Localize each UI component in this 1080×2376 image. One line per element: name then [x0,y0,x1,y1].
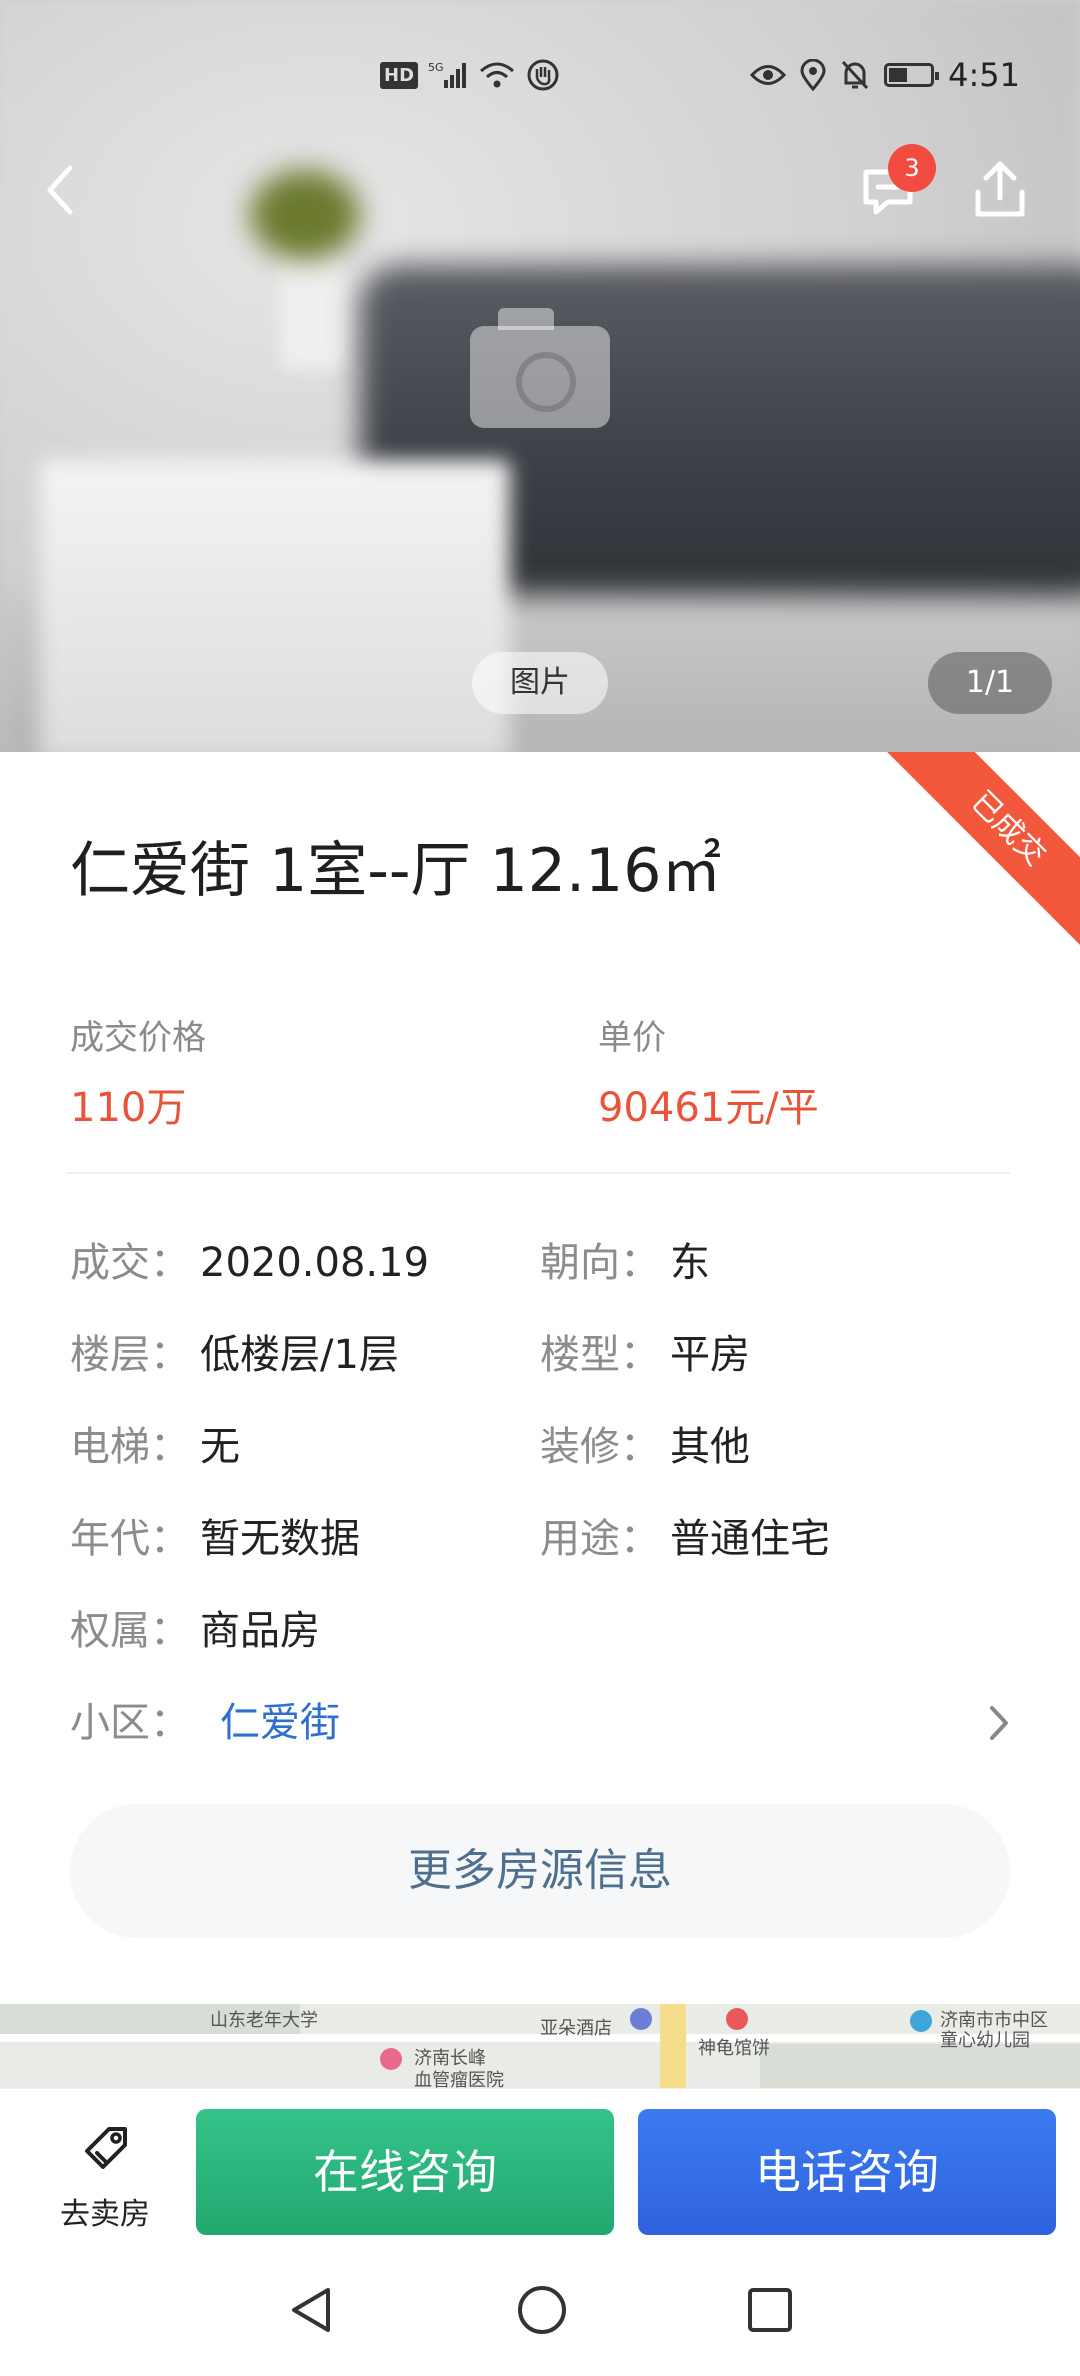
detail-key: 成交： [70,1240,190,1286]
detail-value: 商品房 [200,1608,320,1654]
detail-value: 普通住宅 [670,1516,830,1562]
deal-price-value: 110万 [70,1085,187,1131]
detail-deal-date: 成交： 2020.08.19 [70,1230,429,1288]
detail-year: 年代： 暂无数据 [70,1506,360,1564]
camera-placeholder-icon [470,308,610,428]
divider [66,1172,1010,1174]
map-label: 山东老年大学 [210,2010,318,2031]
more-listing-info-button[interactable]: 更多房源信息 [70,1804,1010,1938]
map-label: 血管瘤医院 [414,2070,504,2088]
eye-icon [750,65,787,85]
recent-apps-icon[interactable] [744,2284,796,2336]
deal-price-block: 成交价格 110万 [70,1010,206,1133]
battery-icon [884,63,940,87]
map-pin-icon [910,2010,932,2032]
detail-value: 无 [200,1424,240,1470]
map-road [660,2004,686,2088]
detail-value: 暂无数据 [200,1516,360,1562]
bottom-action-bar: 去卖房 在线咨询 电话咨询 [0,2088,1080,2256]
back-triangle-icon[interactable] [284,2282,340,2338]
mute-icon [842,60,869,90]
photo-vase [280,250,340,370]
detail-value: 东 [670,1240,710,1286]
status-right: 4:51 [750,56,1020,94]
community-row[interactable]: 小区： 仁爱街 [70,1690,340,1748]
status-left: HD 5G [380,58,560,92]
message-badge: 3 [888,144,936,192]
detail-ownership: 权属： 商品房 [70,1598,320,1656]
hand-icon [527,59,559,91]
listing-info-card: 已成交 仁爱街 1室--厅 12.16㎡ 成交价格 110万 单价 90461元… [0,752,1080,2004]
unit-price-label: 单价 [598,1018,666,1058]
detail-key: 装修： [540,1424,660,1470]
detail-value: 平房 [670,1332,750,1378]
detail-key: 楼型： [540,1332,660,1378]
wifi-icon [480,62,515,88]
online-consult-button[interactable]: 在线咨询 [196,2109,614,2235]
clock: 4:51 [948,56,1020,94]
detail-key: 年代： [70,1516,190,1562]
detail-key: 用途： [540,1516,660,1562]
detail-key: 电梯： [70,1424,190,1470]
share-icon[interactable] [970,158,1030,222]
detail-orientation: 朝向：东 [540,1230,710,1288]
phone-consult-button[interactable]: 电话咨询 [638,2109,1056,2235]
community-link[interactable]: 仁爱街 [220,1700,340,1746]
map-label: 神龟馆饼 [698,2038,770,2059]
system-navigation-bar [0,2256,1080,2376]
detail-value: 低楼层/1层 [200,1332,399,1378]
unit-price-value: 90461元/平 [598,1085,819,1131]
detail-floor: 楼层： 低楼层/1层 [70,1322,399,1380]
detail-key: 朝向： [540,1240,660,1286]
detail-key: 权属： [70,1608,190,1654]
chevron-left-icon[interactable] [40,160,80,220]
deal-price-label: 成交价格 [70,1018,206,1058]
detail-value: 其他 [670,1424,750,1470]
detail-usage: 用途： 普通住宅 [540,1506,830,1564]
svg-text:5G: 5G [428,61,444,74]
photo-table [40,460,510,752]
sold-ribbon: 已成交 [880,752,1080,957]
photo-plant [250,170,360,260]
detail-key: 小区： [70,1700,190,1746]
map-pin-icon [380,2048,402,2070]
detail-decoration: 装修： 其他 [540,1414,750,1472]
map-label: 亚朵酒店 [540,2018,612,2039]
listing-title: 仁爱街 1室--厅 12.16㎡ [70,836,722,906]
chevron-right-icon[interactable] [984,1698,1014,1748]
detail-key: 楼层： [70,1332,190,1378]
sell-house-button[interactable]: 去卖房 [30,2117,180,2237]
location-icon [800,59,826,91]
detail-value: 2020.08.19 [200,1240,430,1286]
photo-tab[interactable]: 图片 [472,652,608,714]
signal-icon: 5G [428,61,467,88]
detail-elevator: 电梯：无 [70,1414,240,1472]
map-label: 童心幼儿园 [940,2030,1030,2051]
photo-counter: 1/1 [928,652,1052,714]
map-preview[interactable]: 山东老年大学 亚朵酒店 济南长峰 血管瘤医院 神龟馆饼 济南市市中区 童心幼儿园 [0,2004,1080,2088]
tag-icon [85,2127,127,2169]
map-pin-icon [630,2008,652,2030]
home-circle-icon[interactable] [514,2282,570,2338]
listing-photo[interactable]: HD 5G 4:51 3 图片 1/1 [0,0,1080,752]
status-bar: HD 5G 4:51 [0,52,1080,108]
hd-icon: HD [380,61,419,89]
sell-house-label: 去卖房 [60,2197,150,2232]
detail-building-type: 楼型： 平房 [540,1322,750,1380]
map-block [760,2044,1080,2088]
unit-price-block: 单价 90461元/平 [598,1010,819,1133]
map-pin-icon [726,2008,748,2030]
